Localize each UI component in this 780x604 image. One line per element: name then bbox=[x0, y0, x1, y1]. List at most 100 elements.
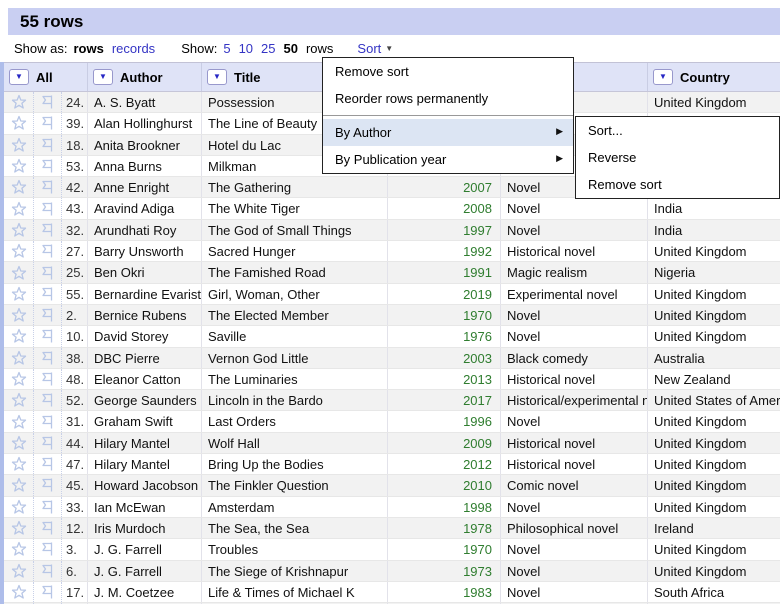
cell-country: United Kingdom bbox=[654, 499, 747, 515]
cell-title: Lincoln in the Bardo bbox=[202, 390, 388, 411]
column-header-label: Country bbox=[680, 69, 730, 85]
star-icon[interactable] bbox=[4, 198, 34, 219]
flag-icon[interactable] bbox=[34, 134, 62, 155]
chevron-down-icon: ▼ bbox=[15, 72, 23, 81]
page-size-50[interactable]: 50 bbox=[284, 41, 298, 56]
column-dropdown-button[interactable]: ▼ bbox=[207, 69, 227, 85]
star-icon[interactable] bbox=[4, 368, 34, 390]
cell-title: The Siege of Krishnapur bbox=[202, 560, 388, 581]
star-icon[interactable] bbox=[4, 475, 34, 496]
sort-menu-item-by-author[interactable]: By Author ▶ bbox=[323, 119, 573, 146]
flag-icon[interactable] bbox=[34, 92, 62, 113]
flag-icon[interactable] bbox=[34, 539, 62, 560]
sort-submenu-item-remove-sort[interactable]: Remove sort bbox=[576, 171, 779, 198]
flag-icon[interactable] bbox=[34, 496, 62, 517]
row-index: 33. bbox=[62, 496, 88, 517]
flag-icon[interactable] bbox=[34, 475, 62, 496]
cell-publication-year: 1992 bbox=[388, 241, 501, 262]
star-icon[interactable] bbox=[4, 262, 34, 283]
cell-author: David Storey bbox=[88, 326, 202, 347]
flag-icon[interactable] bbox=[34, 432, 62, 454]
sort-submenu-item-sort[interactable]: Sort... bbox=[576, 117, 779, 144]
cell-genre: Novel bbox=[501, 219, 648, 241]
sort-menu-item-reorder-rows-permanently[interactable]: Reorder rows permanently bbox=[323, 85, 573, 112]
cell-title: The God of Small Things bbox=[202, 219, 388, 241]
arrow-right-icon: ▶ bbox=[556, 153, 563, 163]
cell-author: Howard Jacobson bbox=[88, 475, 202, 496]
star-icon[interactable] bbox=[4, 496, 34, 517]
star-icon[interactable] bbox=[4, 539, 34, 560]
star-icon[interactable] bbox=[4, 326, 34, 347]
table-row: 31. Graham Swift Last Orders 1996 Novel Unite… bbox=[4, 411, 780, 433]
row-index: 24. bbox=[62, 92, 88, 113]
cell-author: Anne Enright bbox=[88, 177, 202, 198]
flag-icon[interactable] bbox=[34, 177, 62, 198]
sort-menu-button[interactable]: Sort ▼ bbox=[357, 41, 393, 56]
show-as-records-option[interactable]: records bbox=[112, 41, 155, 56]
flag-icon[interactable] bbox=[34, 219, 62, 241]
flag-icon[interactable] bbox=[34, 411, 62, 432]
star-icon[interactable] bbox=[4, 177, 34, 198]
page-size-5[interactable]: 5 bbox=[223, 41, 230, 56]
flag-icon[interactable] bbox=[34, 262, 62, 283]
flag-icon[interactable] bbox=[34, 347, 62, 368]
flag-icon[interactable] bbox=[34, 390, 62, 411]
star-icon[interactable] bbox=[4, 517, 34, 539]
column-dropdown-button[interactable]: ▼ bbox=[9, 69, 29, 85]
cell-title: The Sea, the Sea bbox=[202, 517, 388, 539]
flag-icon[interactable] bbox=[34, 326, 62, 347]
flag-icon[interactable] bbox=[34, 283, 62, 304]
flag-icon[interactable] bbox=[34, 304, 62, 326]
star-icon[interactable] bbox=[4, 454, 34, 475]
cell-country: New Zealand bbox=[654, 371, 731, 387]
flag-icon[interactable] bbox=[34, 368, 62, 390]
star-icon[interactable] bbox=[4, 241, 34, 262]
row-index: 6. bbox=[62, 560, 88, 581]
star-icon[interactable] bbox=[4, 304, 34, 326]
table-row: 25. Ben Okri The Famished Road 1991 Magic re… bbox=[4, 262, 780, 284]
star-icon[interactable] bbox=[4, 390, 34, 411]
star-icon[interactable] bbox=[4, 92, 34, 113]
star-icon[interactable] bbox=[4, 134, 34, 155]
flag-icon[interactable] bbox=[34, 581, 62, 603]
page-size-25[interactable]: 25 bbox=[261, 41, 275, 56]
cell-genre: Novel bbox=[501, 304, 648, 326]
sort-menu-item-remove-sort[interactable]: Remove sort bbox=[323, 58, 573, 85]
cell-title: The Gathering bbox=[202, 177, 388, 198]
star-icon[interactable] bbox=[4, 113, 34, 134]
flag-icon[interactable] bbox=[34, 198, 62, 219]
sort-menu-item-by-publication-year[interactable]: By Publication year ▶ bbox=[323, 146, 573, 173]
flag-icon[interactable] bbox=[34, 155, 62, 177]
star-icon[interactable] bbox=[4, 155, 34, 177]
column-dropdown-button[interactable]: ▼ bbox=[653, 69, 673, 85]
flag-icon[interactable] bbox=[34, 241, 62, 262]
star-icon[interactable] bbox=[4, 560, 34, 581]
row-index: 39. bbox=[62, 113, 88, 134]
flag-icon[interactable] bbox=[34, 560, 62, 581]
star-icon[interactable] bbox=[4, 432, 34, 454]
table-row: 38. DBC Pierre Vernon God Little 2003 Black … bbox=[4, 347, 780, 369]
cell-title: Girl, Woman, Other bbox=[202, 283, 388, 304]
star-icon[interactable] bbox=[4, 283, 34, 304]
table-row: 32. Arundhati Roy The God of Small Things 1… bbox=[4, 219, 780, 242]
show-as-rows-option[interactable]: rows bbox=[73, 41, 103, 56]
cell-country: United Kingdom bbox=[654, 244, 747, 260]
star-icon[interactable] bbox=[4, 347, 34, 368]
row-index: 44. bbox=[62, 432, 88, 454]
flag-icon[interactable] bbox=[34, 517, 62, 539]
flag-icon[interactable] bbox=[34, 113, 62, 134]
sort-submenu-item-reverse[interactable]: Reverse bbox=[576, 144, 779, 171]
row-index: 27. bbox=[62, 241, 88, 262]
star-icon[interactable] bbox=[4, 219, 34, 241]
cell-author: Anita Brookner bbox=[88, 134, 202, 155]
star-icon[interactable] bbox=[4, 411, 34, 432]
cell-genre: Novel bbox=[501, 581, 648, 603]
star-icon[interactable] bbox=[4, 581, 34, 603]
cell-author: Alan Hollinghurst bbox=[88, 113, 202, 134]
table-row: 55. Bernardine Evaristo Girl, Woman, Other… bbox=[4, 283, 780, 305]
column-dropdown-button[interactable]: ▼ bbox=[93, 69, 113, 85]
page-size-10[interactable]: 10 bbox=[239, 41, 253, 56]
cell-title: Life & Times of Michael K bbox=[202, 581, 388, 603]
cell-author: J. G. Farrell bbox=[88, 539, 202, 560]
flag-icon[interactable] bbox=[34, 454, 62, 475]
